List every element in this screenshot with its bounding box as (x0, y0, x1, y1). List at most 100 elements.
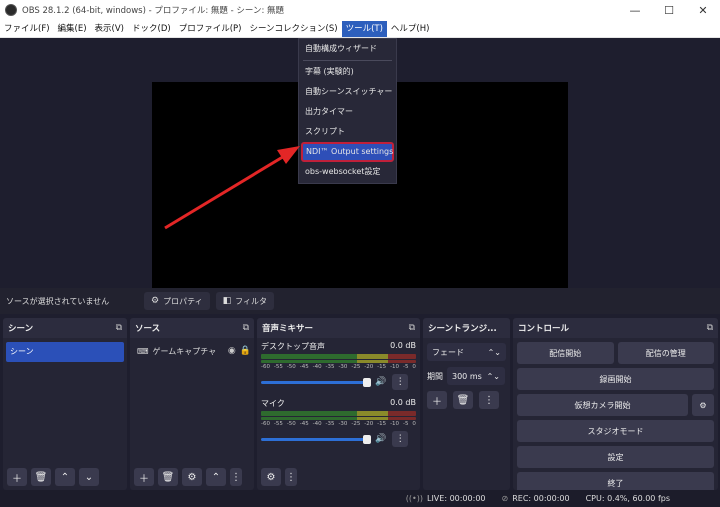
minimize-button[interactable]: — (618, 0, 652, 20)
speaker-icon[interactable]: 🔊 (375, 377, 386, 387)
menu-scene-collection[interactable]: シーンコレクション(S) (245, 21, 341, 37)
menu-docks[interactable]: ドック(D) (128, 21, 175, 37)
tick-label: -40 (312, 364, 322, 370)
tick-label: -50 (286, 364, 296, 370)
add-scene-button[interactable]: ＋ (7, 468, 27, 486)
live-status: LIVE: 00:00:00 (426, 494, 486, 503)
transition-selected-value: フェード (432, 347, 464, 357)
transitions-toolbar: ＋ 🗑 ⋮ (427, 391, 506, 409)
menu-file[interactable]: ファイル(F) (0, 21, 54, 37)
title-bar: OBS 28.1.2 (64-bit, windows) - プロファイル: 無… (0, 0, 720, 20)
more-options-icon[interactable]: ⋮ (285, 468, 297, 486)
move-scene-down-button[interactable]: ⌄ (79, 468, 99, 486)
close-button[interactable]: ✕ (686, 0, 720, 20)
volume-slider[interactable] (261, 434, 371, 444)
remove-source-button[interactable]: 🗑 (158, 468, 178, 486)
studio-mode-button[interactable]: スタジオモード (517, 420, 714, 442)
menu-item-output-timer[interactable]: 出力タイマー (299, 102, 396, 122)
tick-label: -5 (402, 364, 409, 370)
menu-help[interactable]: ヘルプ(H) (387, 21, 434, 37)
tick-label: -10 (390, 364, 400, 370)
eye-icon[interactable]: ◉ (228, 346, 236, 356)
tick-label: 0 (412, 421, 416, 427)
mixer-channel-mic: マイク 0.0 dB -60 -55 -50 -45 -40 -35 -30 -… (257, 395, 420, 450)
menu-bar: ファイル(F) 編集(E) 表示(V) ドック(D) プロファイル(P) シーン… (0, 20, 720, 38)
volume-slider[interactable] (261, 377, 371, 387)
tick-label: -50 (286, 421, 296, 427)
menu-item-obs-websocket-settings[interactable]: obs-websocket設定 (299, 162, 396, 182)
source-properties-gear-icon[interactable]: ⚙ (182, 468, 202, 486)
mixer-dock-header: 音声ミキサー ⧉ (257, 318, 420, 338)
menu-item-captions[interactable]: 字幕 (実験的) (299, 62, 396, 82)
annotation-arrow-icon (164, 146, 300, 230)
filters-button[interactable]: ◧ フィルタ (215, 292, 274, 310)
settings-button[interactable]: 設定 (517, 446, 714, 468)
add-source-button[interactable]: ＋ (134, 468, 154, 486)
channel-level: 0.0 dB (390, 341, 416, 350)
tick-label: -45 (299, 421, 309, 427)
tick-label: -30 (338, 421, 348, 427)
mixer-toolbar: ⚙ ⋮ (261, 468, 416, 486)
duration-spinbox[interactable]: 300 ms ⌃⌄ (447, 367, 505, 385)
source-toolbar: ソースが選択されていません ⚙ プロパティ ◧ フィルタ (0, 288, 720, 314)
transition-duration-row: 期間 300 ms ⌃⌄ (427, 367, 506, 385)
move-source-up-button[interactable]: ⌃ (206, 468, 226, 486)
source-list-item[interactable]: ⌨ ゲームキャプチャ ◉ 🔒 (133, 342, 251, 360)
manage-broadcast-button[interactable]: 配信の管理 (617, 342, 714, 364)
remove-scene-button[interactable]: 🗑 (31, 468, 51, 486)
more-options-icon[interactable]: ⋮ (479, 391, 499, 409)
virtual-camera-gear-icon[interactable]: ⚙ (692, 394, 714, 416)
maximize-button[interactable]: ☐ (652, 0, 686, 20)
tick-label: -25 (351, 364, 361, 370)
scene-list-item[interactable]: シーン (6, 342, 124, 362)
status-bar: ((•)) LIVE: 00:00:00 ⊘ REC: 00:00:00 CPU… (0, 490, 720, 507)
gear-icon: ⚙ (151, 296, 160, 306)
scenes-dock-header: シーン ⧉ (3, 318, 127, 338)
more-options-icon[interactable]: ⋮ (392, 374, 409, 390)
menu-item-auto-scene-switcher[interactable]: 自動シーンスイッチャー (299, 82, 396, 102)
scenes-toolbar: ＋ 🗑 ⌃ ⌄ (7, 468, 123, 486)
undock-icon[interactable]: ⧉ (707, 323, 713, 333)
source-name: ゲームキャプチャ (152, 346, 217, 356)
undock-icon[interactable]: ⧉ (116, 323, 122, 333)
menu-item-scripts[interactable]: スクリプト (299, 122, 396, 142)
tick-label: -25 (351, 421, 361, 427)
menu-profile[interactable]: プロファイル(P) (175, 21, 246, 37)
more-options-icon[interactable]: ⋮ (392, 431, 409, 447)
menu-item-ndi-output-settings[interactable]: NDI™ Output settings (301, 142, 394, 162)
remove-transition-button[interactable]: 🗑 (453, 391, 473, 409)
more-options-icon[interactable]: ⋮ (230, 468, 242, 486)
start-streaming-button[interactable]: 配信開始 (517, 342, 614, 364)
start-recording-button[interactable]: 録画開始 (517, 368, 714, 390)
properties-button[interactable]: ⚙ プロパティ (144, 292, 210, 310)
mixer-channel-desktop: デスクトップ音声 0.0 dB -60 -55 -50 -45 -40 -35 … (257, 338, 420, 393)
menu-item-auto-config-wizard[interactable]: 自動構成ウィザード (299, 39, 396, 59)
menu-edit[interactable]: 編集(E) (54, 21, 91, 37)
lock-icon[interactable]: 🔒 (240, 346, 251, 356)
sources-dock: ソース ⧉ ⌨ ゲームキャプチャ ◉ 🔒 ＋ 🗑 ⚙ ⌃ ⋮ (130, 318, 254, 490)
scenes-title: シーン (8, 324, 34, 334)
advanced-audio-gear-icon[interactable]: ⚙ (261, 468, 281, 486)
add-transition-button[interactable]: ＋ (427, 391, 447, 409)
tick-label: -30 (338, 364, 348, 370)
speaker-icon[interactable]: 🔊 (375, 434, 386, 444)
sources-dock-header: ソース ⧉ (130, 318, 254, 338)
filter-icon: ◧ (222, 296, 232, 306)
undock-icon[interactable]: ⧉ (409, 323, 415, 333)
tick-label: -20 (364, 421, 374, 427)
move-scene-up-button[interactable]: ⌃ (55, 468, 75, 486)
tools-dropdown-menu: 自動構成ウィザード 字幕 (実験的) 自動シーンスイッチャー 出力タイマー スク… (298, 38, 397, 184)
menu-tools[interactable]: ツール(T) (341, 20, 387, 37)
tick-label: 0 (412, 364, 416, 370)
undock-icon[interactable]: ⧉ (243, 323, 249, 333)
transition-select[interactable]: フェード ⌃⌄ (427, 343, 506, 361)
start-virtual-camera-button[interactable]: 仮想カメラ開始 (517, 394, 688, 416)
tick-label: -55 (273, 421, 283, 427)
scene-transitions-dock: シーントランジ... フェード ⌃⌄ 期間 300 ms ⌃⌄ ＋ 🗑 ⋮ (423, 318, 510, 490)
menu-view[interactable]: 表示(V) (91, 21, 128, 37)
rec-status: REC: 00:00:00 (512, 494, 570, 503)
transitions-dock-header: シーントランジ... (423, 318, 510, 338)
tick-label: -15 (377, 364, 387, 370)
volume-meter (261, 354, 416, 359)
sources-title: ソース (135, 324, 161, 334)
